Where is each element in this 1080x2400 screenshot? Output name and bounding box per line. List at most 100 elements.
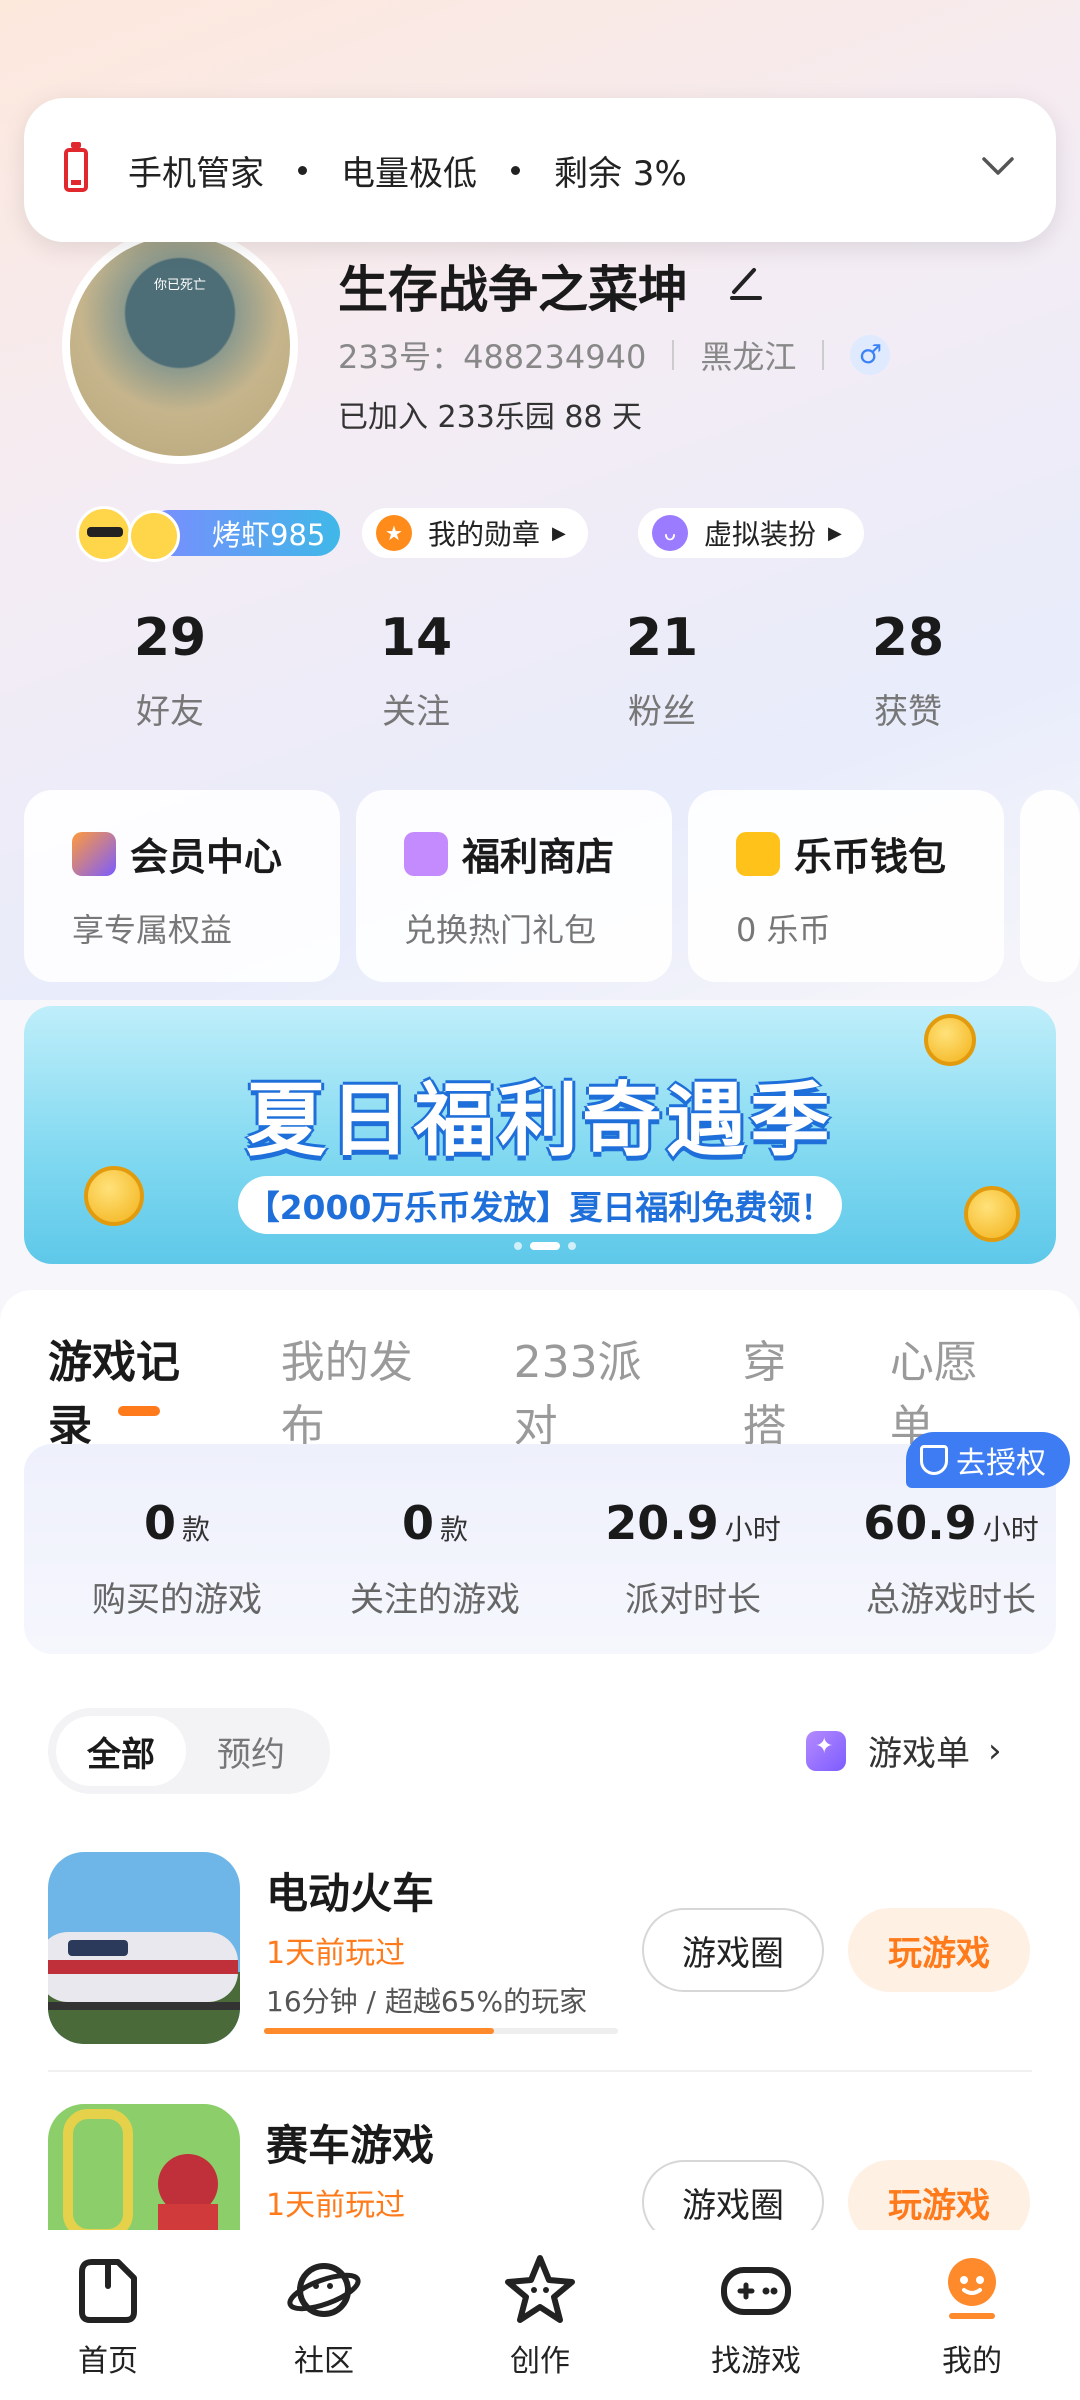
stat-followed-games: 0款 关注的游戏 bbox=[306, 1496, 564, 1621]
nav-create[interactable]: 创作 bbox=[432, 2230, 648, 2400]
nav-community[interactable]: 社区 bbox=[216, 2230, 432, 2400]
nav-label: 找游戏 bbox=[711, 2344, 801, 2379]
chevron-down-icon[interactable] bbox=[980, 148, 1016, 184]
tab-233-party[interactable]: 233派对 bbox=[514, 1326, 681, 1454]
stat-label: 关注的游戏 bbox=[350, 1580, 520, 1620]
nav-label: 社区 bbox=[294, 2344, 354, 2379]
outfit-label: 虚拟装扮 bbox=[704, 518, 817, 551]
stat-value: 29 bbox=[133, 608, 207, 668]
divider bbox=[672, 340, 675, 370]
user-region: 黑龙江 bbox=[700, 338, 797, 376]
separator-dot bbox=[298, 165, 307, 175]
notification-app: 手机管家 bbox=[128, 153, 264, 194]
game-list-label: 游戏单 bbox=[868, 1734, 970, 1774]
battery-low-icon bbox=[64, 142, 88, 192]
stat-unit: 小时 bbox=[982, 1513, 1039, 1546]
tab-my-posts[interactable]: 我的发布 bbox=[281, 1326, 452, 1454]
stat-label: 购买的游戏 bbox=[92, 1580, 262, 1620]
summer-welfare-banner[interactable]: 夏日福利奇遇季 【2000万乐币发放】夏日福利免费领！ bbox=[24, 1006, 1056, 1264]
card-subtitle: 享专属权益 bbox=[72, 911, 233, 949]
notification-message: 电量极低 bbox=[341, 153, 477, 194]
wallet-icon bbox=[736, 831, 780, 876]
more-card-partial[interactable] bbox=[1020, 790, 1080, 982]
stat-purchased-games: 0款 购买的游戏 bbox=[48, 1496, 306, 1621]
tab-outfit[interactable]: 穿搭 bbox=[743, 1326, 828, 1454]
stat-friends[interactable]: 29 好友 bbox=[70, 608, 270, 733]
nav-me[interactable]: 我的 bbox=[864, 2230, 1080, 2400]
male-icon: ♂ bbox=[850, 335, 891, 375]
game-circle-button[interactable]: 游戏圈 bbox=[642, 1908, 824, 1992]
vip-center-card[interactable]: 会员中心 享专属权益 bbox=[24, 790, 340, 982]
user-name: 生存战争之菜坤 bbox=[338, 261, 688, 319]
carousel-indicator bbox=[514, 1242, 576, 1250]
record-filter: 全部 预约 bbox=[48, 1708, 330, 1794]
progress-bar bbox=[264, 2028, 618, 2034]
avatar-caption: 你已死亡 bbox=[153, 278, 206, 293]
notification-remaining: 剩余 3% bbox=[554, 153, 687, 194]
card-subtitle: 兑换热门礼包 bbox=[404, 911, 597, 949]
banner-title: 夏日福利奇遇季 bbox=[246, 1074, 834, 1167]
crown-icon bbox=[72, 831, 116, 876]
authorize-label: 去授权 bbox=[956, 1446, 1046, 1481]
nav-find-games[interactable]: 找游戏 bbox=[648, 2230, 864, 2400]
stat-total-game-time: 60.9 小时 总游戏时长 bbox=[822, 1496, 1080, 1621]
battery-notification[interactable]: 手机管家 电量极低 剩余 3% bbox=[24, 98, 1056, 242]
gamepad-icon bbox=[721, 2267, 791, 2315]
banner-subtitle: 【2000万乐币发放】夏日福利免费领！ bbox=[238, 1176, 842, 1234]
stat-label: 好友 bbox=[136, 692, 204, 732]
stat-value: 60.9 bbox=[863, 1496, 977, 1550]
stat-value: 28 bbox=[871, 608, 945, 668]
stat-unit: 款 bbox=[440, 1513, 469, 1546]
filter-all[interactable]: 全部 bbox=[56, 1716, 186, 1786]
sunglasses-emoji-icon bbox=[76, 506, 132, 562]
card-title: 乐币钱包 bbox=[794, 835, 947, 879]
stat-value: 0 bbox=[401, 1496, 434, 1550]
sparkle-icon bbox=[806, 1730, 846, 1771]
avatar[interactable]: 你已死亡 bbox=[62, 228, 298, 464]
star-icon bbox=[505, 2255, 575, 2323]
card-title: 福利商店 bbox=[462, 835, 615, 879]
stat-party-time: 20.9 小时 派对时长 bbox=[564, 1496, 822, 1621]
level-badge[interactable]: 烤虾985 bbox=[76, 506, 340, 562]
stat-value: 0 bbox=[143, 1496, 176, 1550]
last-played: 1天前玩过 bbox=[266, 2188, 406, 2223]
filter-reserve[interactable]: 预约 bbox=[186, 1716, 316, 1786]
gift-icon bbox=[404, 831, 448, 876]
card-subtitle: 0 乐币 bbox=[736, 911, 831, 949]
chevron-right-icon: › bbox=[988, 1730, 1002, 1771]
play-game-button[interactable]: 玩游戏 bbox=[848, 1908, 1030, 1992]
arrow-right-icon: ▶ bbox=[828, 522, 842, 544]
stat-label: 总游戏时长 bbox=[866, 1580, 1036, 1620]
stat-value: 20.9 bbox=[605, 1496, 719, 1550]
last-played: 1天前玩过 bbox=[266, 1936, 406, 1971]
home-icon bbox=[79, 2259, 137, 2323]
game-list-link[interactable]: 游戏单 › bbox=[806, 1726, 1002, 1775]
play-summary: 16分钟 / 超越65%的玩家 bbox=[266, 1985, 588, 2018]
shield-icon bbox=[920, 1445, 948, 1475]
game-name: 电动火车 bbox=[266, 1869, 435, 1918]
virtual-outfit-chip[interactable]: ᴗ 虚拟装扮 ▶ bbox=[638, 508, 864, 558]
my-medals-chip[interactable]: ★ 我的勋章 ▶ bbox=[362, 508, 588, 558]
coin-icon bbox=[84, 1166, 144, 1226]
authorize-button[interactable]: 去授权 bbox=[906, 1432, 1070, 1488]
progress-fill bbox=[264, 2028, 495, 2034]
nav-home[interactable]: 首页 bbox=[0, 2230, 216, 2400]
game-name: 赛车游戏 bbox=[266, 2121, 435, 2170]
user-id: 233号：488234940 bbox=[338, 338, 647, 376]
arrow-right-icon: ▶ bbox=[552, 522, 566, 544]
game-icon-electric-train bbox=[48, 1852, 240, 2044]
edit-icon[interactable] bbox=[728, 262, 764, 302]
bottom-nav: 首页 社区 创作 找游戏 我的 bbox=[0, 2230, 1080, 2400]
joined-days: 已加入 233乐园 88 天 bbox=[338, 400, 643, 435]
stat-following[interactable]: 14 关注 bbox=[316, 608, 516, 733]
card-title: 会员中心 bbox=[130, 835, 283, 879]
separator-dot bbox=[511, 165, 520, 175]
stat-likes[interactable]: 28 获赞 bbox=[808, 608, 1008, 733]
game-item[interactable]: 电动火车 1天前玩过 16分钟 / 超越65%的玩家 游戏圈 玩游戏 bbox=[48, 1852, 1032, 2072]
tab-game-records[interactable]: 游戏记录 bbox=[48, 1326, 219, 1454]
stat-label: 粉丝 bbox=[628, 692, 696, 732]
medal-icon: ★ bbox=[376, 515, 412, 551]
coin-wallet-card[interactable]: 乐币钱包 0 乐币 bbox=[688, 790, 1004, 982]
stat-fans[interactable]: 21 粉丝 bbox=[562, 608, 762, 733]
welfare-shop-card[interactable]: 福利商店 兑换热门礼包 bbox=[356, 790, 672, 982]
